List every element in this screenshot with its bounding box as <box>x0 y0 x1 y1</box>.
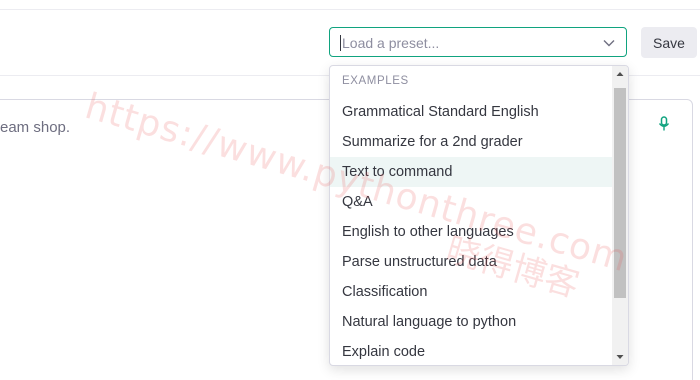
text-caret <box>340 35 341 51</box>
playground-page: Load a preset... Save eam shop. EXAMPLES… <box>0 0 700 380</box>
dropdown-scrollbar[interactable] <box>612 66 628 365</box>
microphone-icon[interactable] <box>657 116 671 132</box>
preset-options-list: EXAMPLES Grammatical Standard English Su… <box>330 66 613 365</box>
arrow-down-icon[interactable] <box>612 348 628 365</box>
preset-option[interactable]: Q&A <box>330 187 613 217</box>
preset-select[interactable]: Load a preset... <box>329 27 627 57</box>
preset-dropdown: EXAMPLES Grammatical Standard English Su… <box>329 65 629 366</box>
editor-text[interactable]: eam shop. <box>0 119 70 136</box>
preset-option-highlighted[interactable]: Text to command <box>330 157 613 187</box>
preset-placeholder: Load a preset... <box>342 35 440 51</box>
scroll-thumb[interactable] <box>614 88 626 298</box>
preset-option[interactable]: Classification <box>330 277 613 307</box>
arrow-up-icon[interactable] <box>612 66 628 83</box>
chevron-down-icon[interactable] <box>602 36 616 50</box>
save-button[interactable]: Save <box>641 27 697 58</box>
preset-option[interactable]: Natural language to python <box>330 307 613 337</box>
preset-option[interactable]: Summarize for a 2nd grader <box>330 127 613 157</box>
preset-option[interactable]: Grammatical Standard English <box>330 97 613 127</box>
preset-option[interactable]: Parse unstructured data <box>330 247 613 277</box>
preset-option[interactable]: Explain code <box>330 337 613 365</box>
group-heading-examples: EXAMPLES <box>342 75 409 87</box>
preset-option[interactable]: English to other languages <box>330 217 613 247</box>
top-divider <box>0 9 700 10</box>
